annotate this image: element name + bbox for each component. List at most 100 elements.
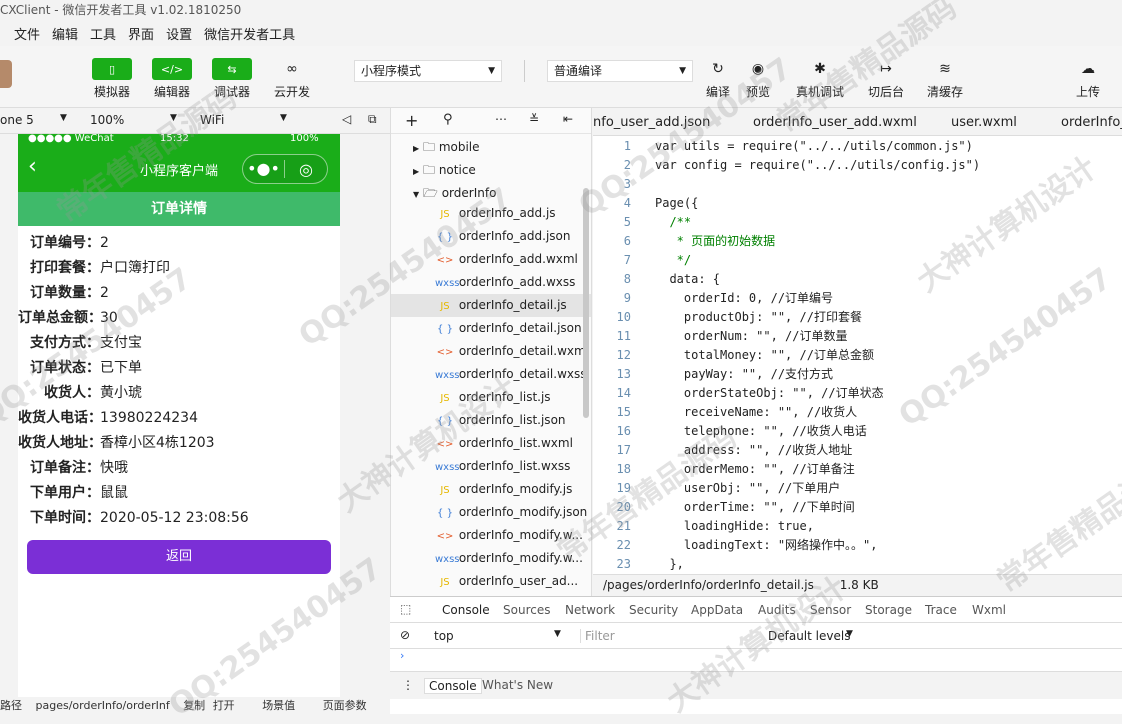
field-order-id: 订单编号：2 — [30, 235, 109, 251]
file-name: orderInfo_user_ad... — [458, 574, 579, 588]
simulator-footer: 页面路径 pages/orderInfo/orderInf 复制 打开 场景值 … — [0, 697, 390, 714]
file-name: orderInfo_modify.w... — [458, 528, 583, 542]
copy-link[interactable]: 复制 — [183, 699, 205, 712]
menu-file[interactable]: 文件 — [14, 24, 40, 43]
mode-select[interactable]: 小程序模式 ▼ — [354, 60, 502, 82]
file-name: orderInfo_detail.json — [458, 321, 582, 335]
file-name: orderInfo_list.wxml — [458, 436, 573, 450]
device-select[interactable]: one 5 — [0, 113, 34, 127]
context-select[interactable]: top — [434, 629, 454, 643]
zoom-select[interactable]: 100% — [90, 113, 124, 127]
menu-wechat-devtools[interactable]: 微信开发者工具 — [204, 24, 295, 43]
folder-icon: 🗀 — [422, 163, 435, 177]
more-icon[interactable]: ⋯ — [495, 112, 507, 126]
background-label: 切后台 — [867, 85, 904, 99]
file-name: orderInfo_add.js — [458, 206, 556, 220]
debug-icon: ⇆ — [212, 58, 252, 80]
drawer-tab-console[interactable]: Console — [424, 678, 482, 694]
compile-button[interactable]: ↻ 编译 — [698, 58, 738, 100]
compile-select[interactable]: 普通编译 ▼ — [547, 60, 693, 82]
file-name: orderInfo_modify.w... — [458, 551, 583, 565]
tab-security[interactable]: Security — [629, 603, 678, 617]
file-item[interactable]: { } orderInfo_detail.json — [391, 317, 591, 340]
file-item[interactable]: JS orderInfo_list.js — [391, 386, 591, 409]
file-tree: + ⚲ ⋯ ≚ ⇤ ▶ 🗀 mobile ▶ 🗀 notice ▼ 🗁 orde… — [390, 108, 592, 596]
battery: 100% — [290, 133, 319, 144]
background-button[interactable]: ↦ 切后台 — [866, 58, 906, 100]
tab-trace[interactable]: Trace — [925, 603, 957, 617]
page-header: 订单详情 — [18, 192, 340, 226]
file-item[interactable]: wxss orderInfo_add.wxss — [391, 271, 591, 294]
file-item[interactable]: JS orderInfo_modify.js — [391, 478, 591, 501]
file-item[interactable]: JS orderInfo_add.js — [391, 202, 591, 225]
tab-user-add-wxml[interactable]: orderInfo_user_add.wxml — [753, 115, 917, 130]
file-item[interactable]: wxss orderInfo_list.wxss — [391, 455, 591, 478]
folder-mobile[interactable]: ▶ 🗀 mobile — [391, 136, 591, 159]
debugger-button[interactable]: ⇆ 调试器 — [212, 58, 252, 100]
return-button[interactable]: 返回 — [27, 540, 331, 574]
more-icon[interactable]: •●• — [243, 160, 286, 178]
remote-debug-button[interactable]: ✱ 真机调试 — [796, 58, 844, 100]
folder-notice[interactable]: ▶ 🗀 notice — [391, 159, 591, 182]
tab-user-add-json[interactable]: nfo_user_add.json — [593, 115, 710, 130]
file-item[interactable]: wxss orderInfo_detail.wxss — [391, 363, 591, 386]
cloud-label: 云开发 — [273, 85, 310, 99]
file-item[interactable]: <> orderInfo_list.wxml — [391, 432, 591, 455]
drawer-menu-icon[interactable]: ⋮ — [402, 678, 414, 692]
file-item[interactable]: { } orderInfo_list.json — [391, 409, 591, 432]
file-item[interactable]: JS orderInfo_detail.js — [391, 294, 591, 317]
window-icon[interactable]: ⧉ — [368, 112, 377, 127]
file-item[interactable]: { } orderInfo_add.json — [391, 225, 591, 248]
tree-scrollbar[interactable] — [583, 188, 589, 418]
tab-user-wxml[interactable]: user.wxml — [951, 115, 1017, 130]
tab-sources[interactable]: Sources — [503, 603, 550, 617]
file-item[interactable]: <> orderInfo_add.wxml — [391, 248, 591, 271]
search-icon[interactable]: ⚲ — [443, 112, 453, 127]
tab-appdata[interactable]: AppData — [691, 603, 743, 617]
tab-network[interactable]: Network — [565, 603, 615, 617]
tab-sensor[interactable]: Sensor — [810, 603, 851, 617]
tab-audits[interactable]: Audits — [758, 603, 796, 617]
params-label: 页面参数 — [322, 699, 367, 712]
inspect-icon[interactable]: ⬚ — [400, 602, 411, 616]
clear-icon[interactable]: ⊘ — [400, 628, 410, 642]
menu-tools[interactable]: 工具 — [90, 24, 116, 43]
levels-select[interactable]: Default levels — [768, 629, 850, 643]
file-type-icon: wxss — [435, 278, 460, 289]
drawer-tab-whats-new[interactable]: What's New — [482, 678, 553, 692]
clear-cache-button[interactable]: ≋ 清缓存 — [925, 58, 965, 100]
preview-button[interactable]: ◉ 预览 — [738, 58, 778, 100]
menu-interface[interactable]: 界面 — [128, 24, 154, 43]
tab-orderinfo[interactable]: orderInfo_ — [1061, 115, 1122, 130]
editor-label: 编辑器 — [153, 85, 190, 99]
tab-storage[interactable]: Storage — [865, 603, 912, 617]
open-link[interactable]: 打开 — [213, 699, 235, 712]
file-item[interactable]: wxss orderInfo_modify.w... — [391, 547, 591, 570]
network-select[interactable]: WiFi — [200, 113, 224, 127]
collapse-icon[interactable]: ⇤ — [563, 112, 573, 126]
cloud-upload-icon: ☁ — [1081, 61, 1095, 77]
editor-button[interactable]: </> 编辑器 — [152, 58, 192, 100]
close-circle-icon[interactable]: ◎ — [285, 160, 327, 179]
file-item[interactable]: <> orderInfo_modify.w... — [391, 524, 591, 547]
cloud-button[interactable]: ∞ 云开发 — [272, 58, 312, 100]
mute-icon[interactable]: ◁ — [342, 112, 351, 126]
file-name: orderInfo_list.wxss — [458, 459, 571, 473]
filter-input[interactable]: Filter — [580, 629, 760, 643]
file-item[interactable]: { } orderInfo_modify.json — [391, 501, 591, 524]
file-type-icon: JS — [440, 485, 450, 496]
add-icon[interactable]: + — [405, 111, 418, 130]
file-item[interactable]: JS orderInfo_user_ad... — [391, 570, 591, 593]
menu-settings[interactable]: 设置 — [166, 24, 192, 43]
tab-wxml[interactable]: Wxml — [972, 603, 1006, 617]
upload-button[interactable]: ☁ 上传 — [1068, 58, 1108, 100]
avatar[interactable] — [0, 60, 12, 88]
file-size: 1.8 KB — [839, 578, 879, 592]
console-prompt[interactable]: › — [400, 649, 404, 662]
simulator-button[interactable]: ▯ 模拟器 — [92, 58, 132, 100]
file-item[interactable]: <> orderInfo_detail.wxml — [391, 340, 591, 363]
tab-console[interactable]: Console — [442, 603, 490, 617]
sort-icon[interactable]: ≚ — [529, 112, 539, 126]
menu-edit[interactable]: 编辑 — [52, 24, 78, 43]
code-line: 10 productObj: "", //打印套餐 — [593, 308, 862, 327]
